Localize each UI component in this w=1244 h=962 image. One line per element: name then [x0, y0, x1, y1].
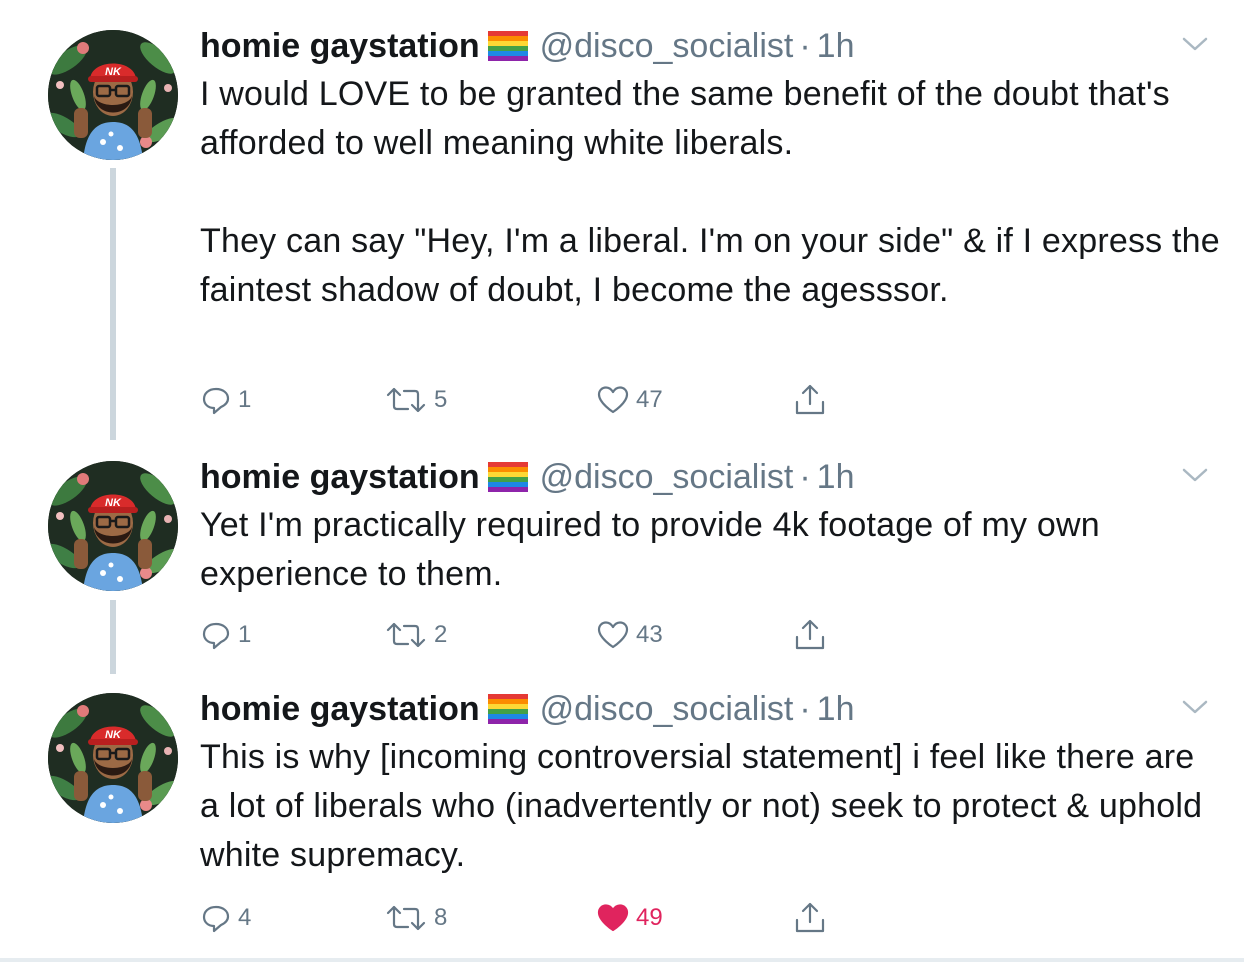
share-button[interactable]: [792, 380, 828, 420]
tweet-text: Yet I'm practically required to provide …: [200, 501, 1220, 599]
reply-count: 1: [238, 386, 252, 413]
tweet-header: homie gaystation @disco_socialist · 1h: [200, 22, 855, 74]
retweet-button[interactable]: 2: [384, 615, 447, 655]
tweet-paragraph: This is why [incoming controversial stat…: [200, 738, 1203, 874]
tweet-text: This is why [incoming controversial stat…: [200, 733, 1220, 880]
like-count: 49: [636, 904, 663, 931]
reply-count: 1: [238, 621, 252, 648]
tweet-paragraph: I would LOVE to be granted the same bene…: [200, 75, 1170, 162]
like-button[interactable]: 49: [596, 898, 663, 938]
heart-icon: [597, 621, 629, 649]
chevron-down-icon[interactable]: [1182, 36, 1208, 57]
retweet-icon: [386, 905, 426, 931]
share-button[interactable]: [792, 615, 828, 655]
timestamp[interactable]: 1h: [817, 27, 855, 65]
tweet-text: I would LOVE to be granted the same bene…: [200, 70, 1220, 315]
display-name[interactable]: homie gaystation: [200, 458, 480, 496]
timestamp[interactable]: 1h: [817, 690, 855, 728]
retweet-button[interactable]: 5: [384, 380, 447, 420]
reply-icon: [202, 905, 230, 933]
handle[interactable]: @disco_socialist: [540, 458, 794, 496]
retweet-count: 8: [434, 904, 448, 931]
separator: ·: [799, 690, 811, 728]
share-icon: [795, 384, 825, 415]
tweet-actions: 4 8 49: [200, 898, 840, 938]
like-count: 43: [636, 621, 663, 648]
handle[interactable]: @disco_socialist: [540, 690, 794, 728]
tweet-paragraph: Yet I'm practically required to provide …: [200, 506, 1100, 593]
like-button[interactable]: 43: [596, 615, 663, 655]
rainbow-flag-icon: [488, 26, 528, 74]
reply-button[interactable]: 4: [200, 898, 251, 938]
reply-button[interactable]: 1: [200, 615, 251, 655]
display-name[interactable]: homie gaystation: [200, 690, 480, 728]
avatar-image: [48, 693, 178, 823]
reply-button[interactable]: 1: [200, 380, 251, 420]
retweet-icon: [386, 622, 426, 648]
reply-count: 4: [238, 904, 252, 931]
chevron-down-icon[interactable]: [1182, 467, 1208, 488]
share-icon: [795, 902, 825, 933]
like-button[interactable]: 47: [596, 380, 663, 420]
tweet-actions: 1 2 43: [200, 615, 840, 655]
rainbow-flag-icon: [488, 457, 528, 505]
avatar-image: [48, 30, 178, 160]
like-count: 47: [636, 386, 663, 413]
heart-filled-icon: [597, 904, 629, 932]
timeline-divider: [0, 958, 1244, 962]
share-icon: [795, 619, 825, 650]
separator: ·: [799, 458, 811, 496]
chevron-down-icon[interactable]: [1182, 699, 1208, 720]
retweet-icon: [386, 387, 426, 413]
display-name[interactable]: homie gaystation: [200, 27, 480, 65]
separator: ·: [799, 27, 811, 65]
tweet-actions: 1 5 47: [200, 380, 840, 420]
thread-connector: [110, 600, 116, 674]
reply-icon: [202, 622, 230, 650]
rainbow-flag-icon: [488, 689, 528, 737]
reply-icon: [202, 387, 230, 415]
timestamp[interactable]: 1h: [817, 458, 855, 496]
heart-icon: [597, 386, 629, 414]
avatar[interactable]: [48, 30, 178, 160]
tweet-header: homie gaystation @disco_socialist · 1h: [200, 453, 855, 505]
thread-connector: [110, 168, 116, 440]
avatar[interactable]: [48, 461, 178, 591]
tweet-paragraph: They can say "Hey, I'm a liberal. I'm on…: [200, 222, 1220, 309]
retweet-count: 2: [434, 621, 448, 648]
avatar-image: [48, 461, 178, 591]
tweet-header: homie gaystation @disco_socialist · 1h: [200, 685, 855, 737]
handle[interactable]: @disco_socialist: [540, 27, 794, 65]
retweet-count: 5: [434, 386, 448, 413]
share-button[interactable]: [792, 898, 828, 938]
retweet-button[interactable]: 8: [384, 898, 447, 938]
avatar[interactable]: [48, 693, 178, 823]
